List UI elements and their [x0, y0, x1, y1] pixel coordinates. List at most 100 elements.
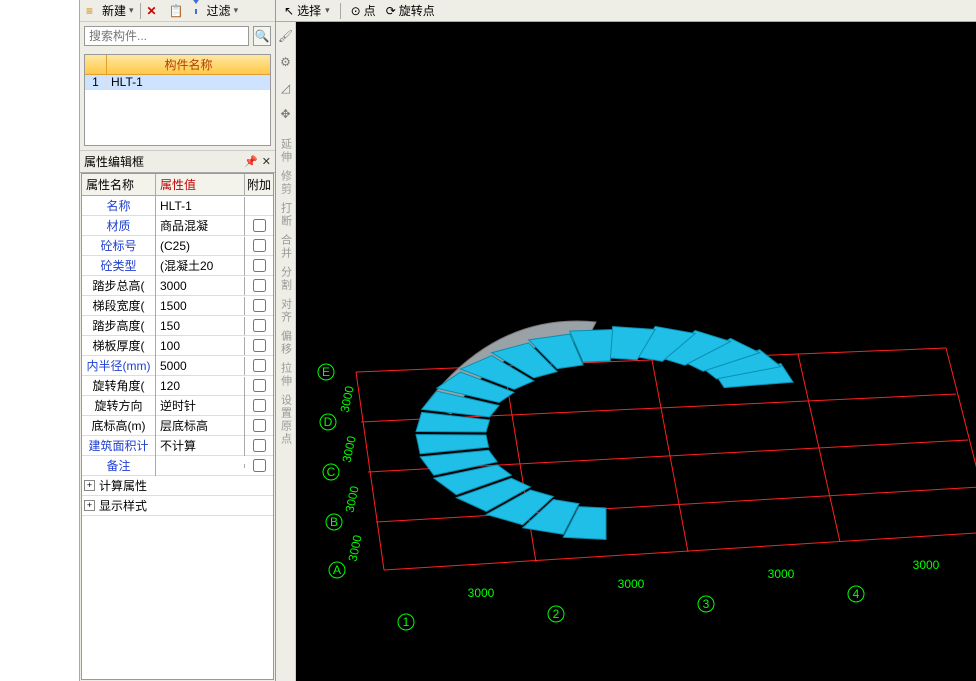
delete-button[interactable]: ✕	[145, 4, 163, 18]
expand-icon[interactable]: +	[84, 500, 95, 511]
property-group[interactable]: +显示样式	[82, 496, 273, 516]
property-row[interactable]: 名称HLT-1	[82, 196, 273, 216]
property-add[interactable]	[245, 377, 273, 394]
property-add[interactable]	[245, 337, 273, 354]
filter-button[interactable]: 过滤	[189, 2, 241, 19]
property-add[interactable]	[245, 237, 273, 254]
add-checkbox[interactable]	[253, 279, 266, 292]
property-value[interactable]: (C25)	[156, 237, 245, 255]
point-tool[interactable]: ⊙ 点	[349, 2, 378, 19]
add-checkbox[interactable]	[253, 259, 266, 272]
add-checkbox[interactable]	[253, 339, 266, 352]
pin-icon[interactable]: 📌	[244, 155, 258, 168]
property-value[interactable]: 3000	[156, 277, 245, 295]
brush-icon[interactable]: 🖌	[278, 28, 294, 44]
property-value[interactable]: 商品混凝	[156, 215, 245, 236]
property-name: 内半径(mm)	[82, 355, 156, 376]
property-value[interactable]: 不计算	[156, 435, 245, 456]
side-tool[interactable]: 打断	[278, 202, 294, 228]
mirror-icon[interactable]: ◿	[278, 80, 294, 96]
property-add[interactable]	[245, 277, 273, 294]
property-value[interactable]: 逆时针	[156, 395, 245, 416]
property-row[interactable]: 内半径(mm)5000	[82, 356, 273, 376]
copy-button[interactable]: 📋	[167, 4, 185, 18]
gear-icon[interactable]: ⚙	[278, 54, 294, 70]
viewport-canvas[interactable]: EDCBA 12345 3000300030003000 30003000300…	[296, 22, 976, 681]
property-add[interactable]	[245, 357, 273, 374]
property-value[interactable]: 120	[156, 377, 245, 395]
property-row[interactable]: 踏步总高(3000	[82, 276, 273, 296]
property-add[interactable]	[245, 217, 273, 234]
side-tool[interactable]: 分割	[278, 266, 294, 292]
property-row[interactable]: 砼类型(混凝土20	[82, 256, 273, 276]
property-name: 备注	[82, 455, 156, 476]
new-button[interactable]: ≡ 新建	[84, 2, 136, 19]
property-row[interactable]: 旋转角度(120	[82, 376, 273, 396]
move-icon[interactable]: ✥	[278, 106, 294, 122]
property-value[interactable]: (混凝土20	[156, 255, 245, 276]
side-tool[interactable]: 对齐	[278, 298, 294, 324]
property-panel-title: 属性编辑框	[84, 153, 144, 170]
property-value[interactable]	[156, 464, 245, 468]
add-checkbox[interactable]	[253, 299, 266, 312]
property-row[interactable]: 建筑面积计不计算	[82, 436, 273, 456]
side-tool[interactable]: 合并	[278, 234, 294, 260]
property-row[interactable]: 材质商品混凝	[82, 216, 273, 236]
property-add[interactable]	[245, 297, 273, 314]
property-row[interactable]: 底标高(m)层底标高	[82, 416, 273, 436]
add-checkbox[interactable]	[253, 379, 266, 392]
add-checkbox[interactable]	[253, 219, 266, 232]
property-value[interactable]: 5000	[156, 357, 245, 375]
point-label: 点	[364, 2, 376, 19]
property-value[interactable]: 层底标高	[156, 415, 245, 436]
property-add[interactable]	[245, 457, 273, 474]
property-row[interactable]: 砼标号(C25)	[82, 236, 273, 256]
property-value[interactable]: 150	[156, 317, 245, 335]
side-tool[interactable]: 修剪	[278, 170, 294, 196]
rotate-label: 旋转点	[399, 2, 435, 19]
side-tool[interactable]: 延伸	[278, 138, 294, 164]
search-input[interactable]	[84, 26, 249, 46]
property-add[interactable]	[245, 417, 273, 434]
side-tool[interactable]: 拉伸	[278, 362, 294, 388]
svg-text:B: B	[330, 515, 338, 529]
add-checkbox[interactable]	[253, 319, 266, 332]
property-value[interactable]: 1500	[156, 297, 245, 315]
cursor-icon: ↖	[284, 4, 294, 18]
property-add[interactable]	[245, 257, 273, 274]
property-row[interactable]: 踏步高度(150	[82, 316, 273, 336]
add-checkbox[interactable]	[253, 419, 266, 432]
svg-text:E: E	[322, 365, 330, 379]
select-tool[interactable]: ↖ 选择	[282, 2, 332, 19]
component-row-index: 1	[85, 75, 107, 89]
side-tool[interactable]: 设置原点	[278, 394, 294, 446]
property-name: 名称	[82, 195, 156, 216]
close-icon[interactable]: ✕	[262, 155, 271, 168]
svg-text:3000: 3000	[913, 558, 940, 572]
component-row[interactable]: 1 HLT-1	[85, 75, 270, 90]
property-add[interactable]	[245, 317, 273, 334]
property-value[interactable]: HLT-1	[156, 197, 245, 215]
add-checkbox[interactable]	[253, 459, 266, 472]
property-row[interactable]: 梯段宽度(1500	[82, 296, 273, 316]
rotate-tool[interactable]: ⟳ 旋转点	[384, 2, 437, 19]
property-group[interactable]: +计算属性	[82, 476, 273, 496]
rotate-icon: ⟳	[386, 4, 396, 18]
side-tool[interactable]: 偏移	[278, 330, 294, 356]
property-add[interactable]	[245, 204, 273, 208]
property-value[interactable]: 100	[156, 337, 245, 355]
property-row[interactable]: 备注	[82, 456, 273, 476]
property-add[interactable]	[245, 437, 273, 454]
add-checkbox[interactable]	[253, 399, 266, 412]
property-row[interactable]: 梯板厚度(100	[82, 336, 273, 356]
search-button[interactable]: 🔍	[253, 26, 271, 46]
property-add[interactable]	[245, 397, 273, 414]
svg-text:4: 4	[853, 587, 860, 601]
add-checkbox[interactable]	[253, 239, 266, 252]
expand-icon[interactable]: +	[84, 480, 95, 491]
component-row-name: HLT-1	[107, 75, 270, 89]
component-header-label: 构件名称	[107, 55, 270, 74]
add-checkbox[interactable]	[253, 439, 266, 452]
add-checkbox[interactable]	[253, 359, 266, 372]
property-row[interactable]: 旋转方向逆时针	[82, 396, 273, 416]
